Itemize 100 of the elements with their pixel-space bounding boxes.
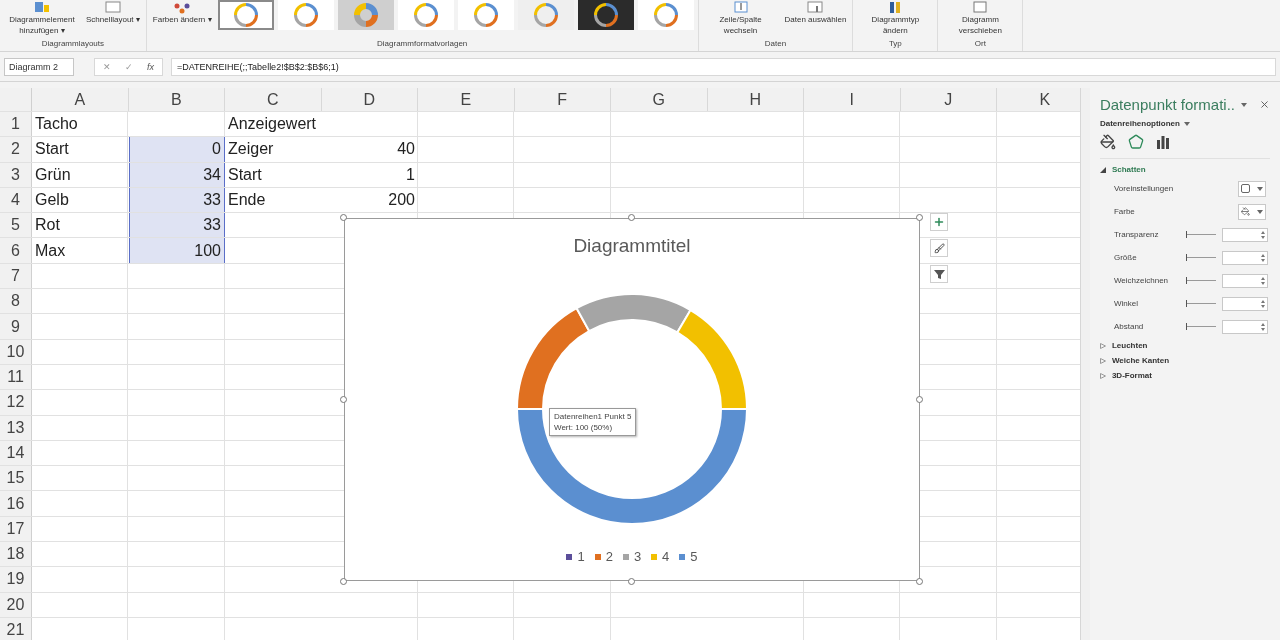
formula-field[interactable]: =DATENREIHE(;;Tabelle2!$B$2:$B$6;1) xyxy=(171,57,1276,76)
section-header[interactable]: Weiche Kanten xyxy=(1099,356,1270,365)
spinner-arrows-icon[interactable] xyxy=(1260,276,1265,285)
resize-handle[interactable] xyxy=(340,578,347,585)
paint-bucket-icon xyxy=(1240,207,1250,216)
donut-style-thumbnail xyxy=(232,2,259,28)
resize-handle[interactable] xyxy=(916,578,923,585)
ribbon-button[interactable]: Farben ändern ▾ xyxy=(150,0,214,25)
row-header[interactable]: 15 xyxy=(0,466,32,491)
row-header[interactable]: 3 xyxy=(0,162,32,187)
legend-label: 4 xyxy=(662,549,670,564)
chart-style-thumbnail[interactable] xyxy=(577,0,634,30)
spin-field[interactable] xyxy=(1221,296,1268,311)
column-header[interactable]: J xyxy=(900,88,997,111)
row-header[interactable]: 11 xyxy=(0,364,32,390)
donut-segment[interactable] xyxy=(516,307,591,410)
row-header[interactable]: 9 xyxy=(0,314,32,339)
donut-segment[interactable] xyxy=(676,309,748,410)
paint-bucket-icon[interactable] xyxy=(1099,134,1116,150)
chart-area[interactable]: Diagrammtitel Datenreihen1 Punkt 5 Wert: 100 (50%) 1 2 3 4 5 xyxy=(344,218,920,581)
bar-chart-icon[interactable] xyxy=(1155,135,1170,149)
chart-style-thumbnail[interactable] xyxy=(637,0,694,30)
spin-field[interactable] xyxy=(1221,227,1268,242)
resize-handle[interactable] xyxy=(340,396,347,403)
style-brush-button[interactable] xyxy=(930,239,948,257)
chart-style-thumbnail[interactable] xyxy=(517,0,574,30)
chart-style-thumbnail[interactable] xyxy=(277,0,334,30)
column-header[interactable]: H xyxy=(707,88,804,111)
pane-title: Datenpunkt formati.. xyxy=(1099,96,1235,113)
donut-segment[interactable] xyxy=(516,408,748,525)
ribbon-button[interactable]: Diagrammtyp ändern xyxy=(857,0,934,36)
resize-handle[interactable] xyxy=(628,578,635,585)
row-header[interactable]: 19 xyxy=(0,567,32,592)
table-cell-text: 1 xyxy=(405,164,416,185)
row-header[interactable]: 14 xyxy=(0,440,32,466)
row-header[interactable]: 20 xyxy=(0,592,32,617)
row-header[interactable]: 7 xyxy=(0,263,32,289)
resize-handle[interactable] xyxy=(916,214,923,221)
spin-field[interactable] xyxy=(1221,273,1268,288)
column-header[interactable]: A xyxy=(32,88,129,111)
resize-handle[interactable] xyxy=(340,214,347,221)
ribbon-button[interactable]: Schnelllayout ▾ xyxy=(84,0,142,25)
function-icon[interactable]: fx xyxy=(147,61,154,72)
ribbon-button[interactable]: Zeile/Spalte wechseln xyxy=(702,0,779,36)
column-header[interactable]: I xyxy=(804,88,901,111)
section-header[interactable]: 3D-Format xyxy=(1099,371,1270,380)
column-header[interactable]: F xyxy=(514,88,611,111)
section-header[interactable]: Schatten xyxy=(1099,165,1270,174)
row-header[interactable]: 2 xyxy=(0,137,32,162)
donut-segment[interactable] xyxy=(575,293,692,334)
preset-dropdown[interactable] xyxy=(1237,180,1266,197)
table-cell-text: Gelb xyxy=(34,190,70,211)
name-box[interactable]: Diagramm 2 xyxy=(4,57,74,76)
column-header[interactable]: G xyxy=(611,88,708,111)
options-dropdown[interactable]: Datenreihenoptionen xyxy=(1099,119,1270,128)
chart-style-thumbnail[interactable] xyxy=(457,0,514,30)
row-header[interactable]: 5 xyxy=(0,213,32,238)
filter-button[interactable] xyxy=(930,265,948,283)
pentagon-icon[interactable] xyxy=(1127,134,1144,150)
column-header[interactable]: C xyxy=(225,88,322,111)
column-header[interactable]: K xyxy=(997,88,1080,111)
column-header[interactable]: E xyxy=(418,88,515,111)
spinner-arrows-icon[interactable] xyxy=(1260,299,1265,308)
table-cell-text: Rot xyxy=(34,215,61,236)
dropdown-caret-icon[interactable] xyxy=(1241,102,1247,107)
spin-field[interactable] xyxy=(1221,319,1268,334)
column-header[interactable]: B xyxy=(128,88,225,111)
row-header[interactable]: 17 xyxy=(0,516,32,542)
chart-style-thumbnail[interactable] xyxy=(337,0,394,30)
row-header[interactable]: 1 xyxy=(0,112,32,137)
close-icon[interactable] xyxy=(1259,99,1270,110)
ribbon-button[interactable]: Diagrammelement hinzufügen ▾ xyxy=(4,0,80,36)
chart-style-thumbnail[interactable] xyxy=(217,0,274,30)
spinner-arrows-icon[interactable] xyxy=(1260,322,1265,331)
row-header[interactable]: 4 xyxy=(0,187,32,213)
row-header[interactable]: 10 xyxy=(0,339,32,364)
row-header[interactable]: 8 xyxy=(0,289,32,314)
table-cell-text: Max xyxy=(34,240,67,261)
row-header[interactable]: 12 xyxy=(0,390,32,415)
row-header[interactable]: 13 xyxy=(0,415,32,440)
color-dropdown[interactable] xyxy=(1237,203,1266,220)
row-header[interactable]: 18 xyxy=(0,542,32,567)
add-element-button[interactable] xyxy=(930,213,948,231)
column-header[interactable]: D xyxy=(321,88,418,111)
spin-field[interactable] xyxy=(1221,250,1268,265)
chart-style-thumbnail[interactable] xyxy=(397,0,454,30)
filter-icon xyxy=(933,268,945,280)
ribbon-button[interactable]: Diagramm verschieben xyxy=(942,0,1019,36)
row-header[interactable]: 21 xyxy=(0,617,32,640)
row-header[interactable]: 6 xyxy=(0,238,32,263)
resize-handle[interactable] xyxy=(628,214,635,221)
resize-handle[interactable] xyxy=(916,396,923,403)
table-cell: 33 xyxy=(128,187,225,213)
section-header[interactable]: Leuchten xyxy=(1099,341,1270,350)
spinner-arrows-icon[interactable] xyxy=(1260,253,1265,262)
ribbon-button[interactable]: Daten auswählen xyxy=(782,0,849,25)
row-header[interactable]: 16 xyxy=(0,491,32,516)
spinner-arrows-icon[interactable] xyxy=(1260,230,1265,239)
group-label: Daten xyxy=(763,39,788,50)
expand-triangle-icon[interactable] xyxy=(1099,166,1106,173)
